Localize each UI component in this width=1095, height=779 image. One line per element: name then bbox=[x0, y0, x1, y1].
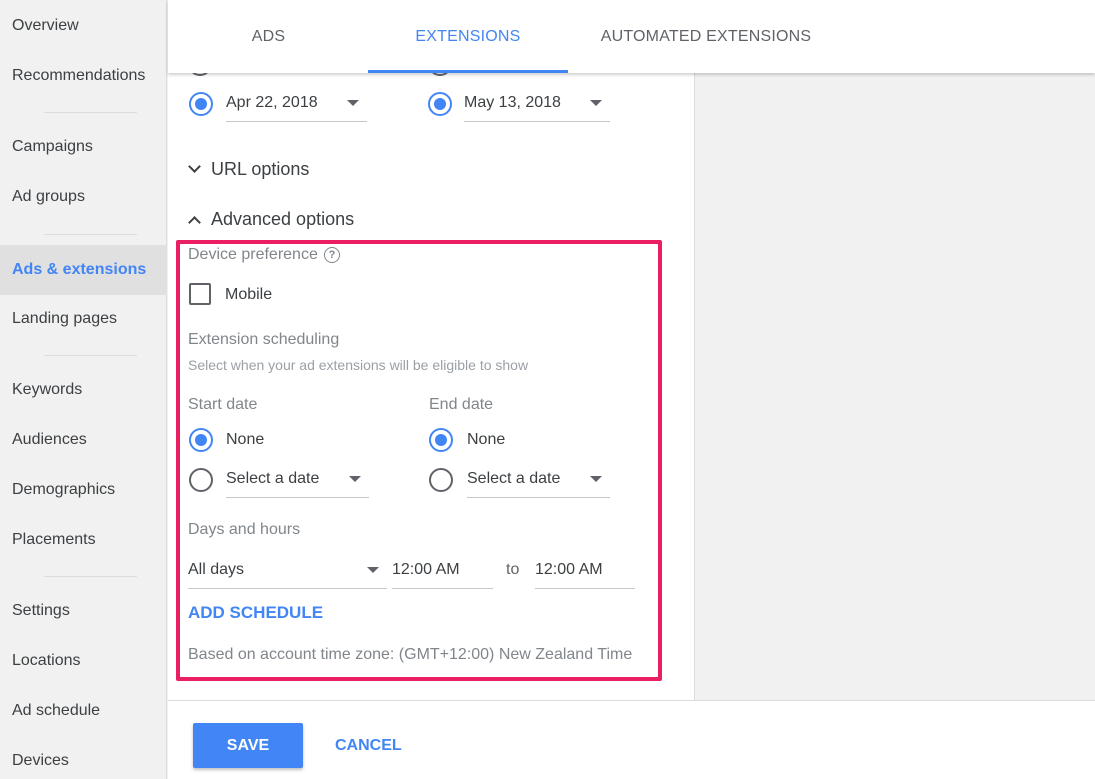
sidebar-item-label: Ad groups bbox=[12, 188, 85, 205]
sidebar-item-label: Ad schedule bbox=[12, 702, 101, 719]
sidebar-item-locations[interactable]: Locations bbox=[0, 636, 167, 686]
tab-bar: ADS EXTENSIONS AUTOMATED EXTENSIONS bbox=[168, 0, 1095, 73]
sidebar-item-label: Ads & extensions bbox=[12, 261, 147, 278]
sidebar-divider bbox=[44, 234, 137, 235]
start-date-none-radio[interactable] bbox=[189, 428, 213, 452]
sidebar-item-overview[interactable]: Overview bbox=[0, 1, 167, 51]
sidebar-item-label: Audiences bbox=[12, 431, 87, 448]
sidebar-item-label: Landing pages bbox=[12, 310, 117, 327]
device-preference-label: Device preference bbox=[188, 246, 318, 263]
to-separator: to bbox=[506, 561, 520, 578]
sidebar-item-recommendations[interactable]: Recommendations bbox=[0, 51, 167, 101]
end-date-select-dropdown[interactable]: Select a date bbox=[467, 460, 610, 498]
days-dropdown[interactable]: All days bbox=[188, 551, 387, 589]
sidebar-item-label: Placements bbox=[12, 531, 96, 548]
top-start-date-dropdown[interactable]: Apr 22, 2018 bbox=[226, 84, 367, 122]
sidebar-item-ad-groups[interactable]: Ad groups bbox=[0, 172, 167, 222]
sidebar-item-label: Settings bbox=[12, 602, 70, 619]
sidebar-item-placements[interactable]: Placements bbox=[0, 515, 167, 565]
extension-form-panel: Apr 22, 2018 May 13, 2018 URL options Ad… bbox=[168, 0, 695, 700]
from-time-value: 12:00 AM bbox=[392, 560, 460, 578]
sidebar-item-landing-pages[interactable]: Landing pages bbox=[0, 294, 167, 344]
timezone-note: Based on account time zone: (GMT+12:00) … bbox=[188, 646, 633, 663]
dropdown-caret-icon bbox=[590, 476, 602, 482]
tab-label: AUTOMATED EXTENSIONS bbox=[600, 27, 812, 45]
start-date-none-label: None bbox=[226, 431, 265, 448]
sidebar-item-demographics[interactable]: Demographics bbox=[0, 465, 167, 515]
end-date-label: End date bbox=[429, 396, 494, 413]
end-date-none-radio[interactable] bbox=[429, 428, 453, 452]
start-date-select-dropdown[interactable]: Select a date bbox=[226, 460, 369, 498]
to-time-value: 12:00 AM bbox=[535, 560, 603, 578]
top-end-date-dropdown[interactable]: May 13, 2018 bbox=[464, 84, 610, 122]
days-hours-label: Days and hours bbox=[188, 521, 301, 538]
dropdown-caret-icon bbox=[367, 567, 379, 573]
tab-ads[interactable]: ADS bbox=[216, 0, 321, 73]
sidebar-divider bbox=[44, 112, 137, 113]
sidebar-item-campaigns[interactable]: Campaigns bbox=[0, 122, 167, 172]
tab-automated-extensions[interactable]: AUTOMATED EXTENSIONS bbox=[586, 0, 826, 73]
sidebar-item-label: Overview bbox=[12, 17, 79, 34]
url-options-label: URL options bbox=[211, 159, 310, 179]
sidebar-item-ads-extensions[interactable]: Ads & extensions bbox=[0, 245, 167, 295]
mobile-checkbox[interactable] bbox=[189, 283, 211, 305]
start-date-select-radio[interactable] bbox=[189, 468, 213, 492]
to-time-field[interactable]: 12:00 AM bbox=[535, 551, 635, 589]
tab-label: ADS bbox=[251, 27, 286, 45]
extension-scheduling-title: Extension scheduling bbox=[188, 331, 340, 348]
extension-scheduling-description: Select when your ad extensions will be e… bbox=[188, 357, 529, 373]
help-icon[interactable]: ? bbox=[324, 247, 340, 263]
mobile-label: Mobile bbox=[225, 286, 273, 303]
form-footer: SAVE CANCEL bbox=[168, 700, 1095, 779]
chevron-down-icon bbox=[188, 160, 201, 173]
sidebar-item-audiences[interactable]: Audiences bbox=[0, 415, 167, 465]
url-options-toggle[interactable]: URL options bbox=[186, 154, 386, 186]
sidebar-item-label: Campaigns bbox=[12, 138, 93, 155]
end-date-select-radio[interactable] bbox=[429, 468, 453, 492]
end-date-none-label: None bbox=[467, 431, 506, 448]
end-date-select-label: Select a date bbox=[467, 469, 561, 487]
advanced-options-toggle[interactable]: Advanced options bbox=[186, 204, 406, 236]
start-date-select-label: Select a date bbox=[226, 469, 320, 487]
sidebar-item-label: Recommendations bbox=[12, 67, 146, 84]
sidebar-nav: Overview Recommendations Campaigns Ad gr… bbox=[0, 0, 167, 779]
dropdown-caret-icon bbox=[590, 100, 602, 106]
start-date-label: Start date bbox=[188, 396, 258, 413]
top-start-date-value: Apr 22, 2018 bbox=[226, 93, 318, 111]
dropdown-caret-icon bbox=[349, 476, 361, 482]
from-time-field[interactable]: 12:00 AM bbox=[392, 551, 493, 589]
advanced-options-label: Advanced options bbox=[211, 209, 355, 229]
add-schedule-button[interactable]: ADD SCHEDULE bbox=[188, 603, 323, 623]
sidebar-item-settings[interactable]: Settings bbox=[0, 586, 167, 636]
sidebar-item-label: Keywords bbox=[12, 381, 83, 398]
top-end-date-radio[interactable] bbox=[428, 92, 452, 116]
top-start-date-radio[interactable] bbox=[189, 92, 213, 116]
top-end-date-value: May 13, 2018 bbox=[464, 93, 561, 111]
chevron-up-icon bbox=[188, 216, 201, 229]
sidebar-item-ad-schedule[interactable]: Ad schedule bbox=[0, 686, 167, 736]
sidebar-item-label: Demographics bbox=[12, 481, 116, 498]
tab-label: EXTENSIONS bbox=[415, 27, 521, 45]
cancel-button[interactable]: CANCEL bbox=[323, 723, 414, 768]
tab-extensions[interactable]: EXTENSIONS bbox=[368, 0, 568, 73]
save-button[interactable]: SAVE bbox=[193, 723, 303, 768]
days-value: All days bbox=[188, 560, 245, 578]
sidebar-divider bbox=[44, 355, 137, 356]
dropdown-caret-icon bbox=[347, 100, 359, 106]
sidebar-item-keywords[interactable]: Keywords bbox=[0, 365, 167, 415]
sidebar-divider bbox=[44, 576, 137, 577]
sidebar-item-devices[interactable]: Devices bbox=[0, 736, 167, 779]
sidebar-item-label: Locations bbox=[12, 652, 81, 669]
sidebar-item-label: Devices bbox=[12, 752, 69, 769]
